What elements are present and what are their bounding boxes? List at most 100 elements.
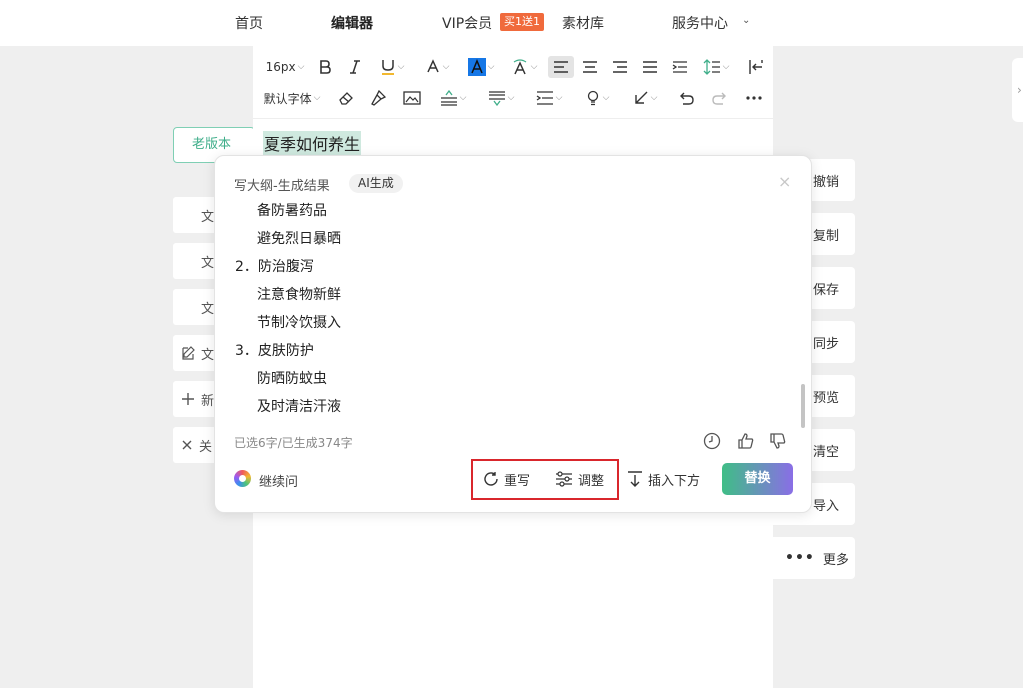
undo-label: 撤销	[813, 174, 840, 190]
insert-below-label: 插入下方	[648, 473, 701, 489]
more-tools-button[interactable]	[743, 87, 765, 109]
import-label: 导入	[813, 498, 840, 514]
chevron-down-icon: ⌵	[507, 93, 515, 103]
eraser-button[interactable]	[335, 87, 357, 109]
bold-button[interactable]	[315, 56, 335, 78]
eraser-icon	[339, 92, 353, 105]
chevron-down-icon: ⌵	[487, 62, 495, 72]
align-left-icon	[554, 61, 568, 73]
save-label: 保存	[813, 282, 840, 298]
highlight-color-button[interactable]: ⌵	[463, 56, 499, 78]
redo-toolbar-button[interactable]	[709, 87, 731, 109]
spacing-icon	[440, 90, 457, 106]
line-height-button[interactable]: ⌵	[699, 56, 733, 78]
collapse-panel-tab[interactable]: ›	[1012, 58, 1023, 122]
sync-label: 同步	[813, 336, 840, 352]
spacing-icon	[488, 91, 505, 106]
edit-icon	[182, 346, 195, 360]
underline-icon	[381, 60, 394, 75]
outline-line: 及时清洁汗液	[257, 399, 341, 415]
font-family-select[interactable]: 默认字体 ⌵	[261, 87, 323, 109]
indent-icon	[672, 61, 687, 73]
insert-image-button[interactable]	[401, 87, 423, 109]
left-panel-item-label: 文	[201, 347, 215, 363]
left-panel-item-label: 文	[201, 301, 215, 317]
italic-button[interactable]	[345, 56, 365, 78]
paragraph-spacing-before-button[interactable]: ⌵	[435, 87, 471, 109]
nav-editor[interactable]: 编辑器	[331, 13, 373, 33]
nav-service[interactable]: 服务中心	[672, 13, 728, 33]
justify-button[interactable]	[639, 56, 661, 78]
undo-toolbar-button[interactable]	[675, 87, 697, 109]
indent-spacing-button[interactable]: ⌵	[531, 87, 567, 109]
word-count: 已选6字/已生成374字	[234, 436, 353, 450]
thumbs-up-icon[interactable]	[737, 432, 755, 450]
underline-button[interactable]: ⌵	[373, 56, 411, 78]
replace-button[interactable]: 替换	[722, 463, 793, 495]
align-center-button[interactable]	[579, 56, 601, 78]
ellipsis-icon: •••	[785, 550, 815, 566]
line-height-icon	[703, 59, 720, 75]
lightbulb-button[interactable]: ⌵	[579, 87, 615, 109]
chevron-down-icon: ⌵	[650, 93, 658, 103]
font-color-icon	[426, 59, 439, 73]
align-center-icon	[583, 61, 597, 73]
font-color-button[interactable]: ⌵	[419, 56, 455, 78]
chevron-down-icon: ⌵	[459, 93, 467, 103]
more-button[interactable]: ••• 更多	[773, 537, 855, 579]
text-effect-button[interactable]: ⌵	[507, 56, 541, 78]
ai-generated-badge: AI生成	[349, 174, 403, 193]
top-navigation: 首页 编辑器 VIP会员 买1送1 素材库 服务中心 ⌄	[0, 0, 1023, 46]
popup-title: 写大纲-生成结果	[234, 179, 330, 194]
chevron-down-icon: ⌵	[555, 93, 563, 103]
rewrite-button[interactable]: 重写	[483, 468, 530, 490]
chevron-down-icon: ⌵	[397, 62, 405, 72]
adjust-button[interactable]: 调整	[555, 468, 604, 490]
chevron-down-icon: ⌵	[530, 62, 538, 72]
bold-icon	[320, 60, 331, 74]
plus-icon	[182, 393, 194, 405]
document-title[interactable]: 夏季如何养生	[263, 131, 362, 155]
insert-below-button[interactable]: 插入下方	[627, 468, 700, 490]
arrow-tool-button[interactable]: ⌵	[627, 87, 663, 109]
chevron-down-icon: ⌵	[297, 62, 305, 72]
outline-line: 备防暑药品	[257, 203, 327, 219]
copy-label: 复制	[813, 228, 840, 244]
close-icon[interactable]: ×	[778, 172, 791, 191]
font-family-value: 默认字体	[263, 91, 312, 106]
ellipsis-icon	[746, 96, 762, 100]
align-right-icon	[613, 61, 627, 73]
outline-line: 节制冷饮摄入	[257, 315, 341, 331]
exit-icon	[749, 60, 763, 74]
paragraph-spacing-after-button[interactable]: ⌵	[483, 87, 519, 109]
format-painter-icon	[371, 90, 386, 106]
scrollbar[interactable]	[801, 384, 805, 428]
nav-vip[interactable]: VIP会员	[442, 13, 492, 33]
font-size-select[interactable]: 16px ⌵	[261, 56, 309, 78]
close-icon	[182, 440, 192, 450]
continue-ask-button[interactable]: 继续问	[259, 471, 298, 490]
rewrite-label: 重写	[504, 473, 531, 489]
ai-outline-popup: 写大纲-生成结果 AI生成 × 备防暑药品 避免烈日暴晒 2．防治腹泻 注意食物…	[214, 155, 812, 513]
preview-label: 预览	[813, 390, 840, 406]
align-right-button[interactable]	[609, 56, 631, 78]
history-icon[interactable]	[703, 432, 721, 450]
outline-line: 防晒防蚊虫	[257, 371, 327, 387]
format-painter-button[interactable]	[367, 87, 389, 109]
indent-spacing-icon	[536, 91, 553, 105]
left-panel-item-label: 文	[201, 255, 215, 271]
thumbs-down-icon[interactable]	[769, 432, 787, 450]
nav-materials[interactable]: 素材库	[562, 13, 604, 33]
toolbar-row-2: 默认字体 ⌵ ⌵ ⌵ ⌵ ⌵ ⌵	[253, 85, 773, 111]
chevron-down-icon[interactable]: ⌄	[742, 15, 750, 26]
toolbar-divider	[253, 118, 773, 119]
redo-icon	[712, 92, 726, 105]
chevron-down-icon: ⌵	[313, 93, 321, 103]
exit-button[interactable]	[745, 56, 767, 78]
lightbulb-icon	[587, 90, 598, 106]
nav-home[interactable]: 首页	[235, 13, 263, 33]
outline-content[interactable]: 备防暑药品 避免烈日暴晒 2．防治腹泻 注意食物新鲜 节制冷饮摄入 3．皮肤防护…	[215, 198, 805, 422]
chevron-down-icon: ⌵	[722, 62, 730, 72]
indent-button[interactable]	[669, 56, 691, 78]
align-left-button[interactable]	[548, 56, 574, 78]
